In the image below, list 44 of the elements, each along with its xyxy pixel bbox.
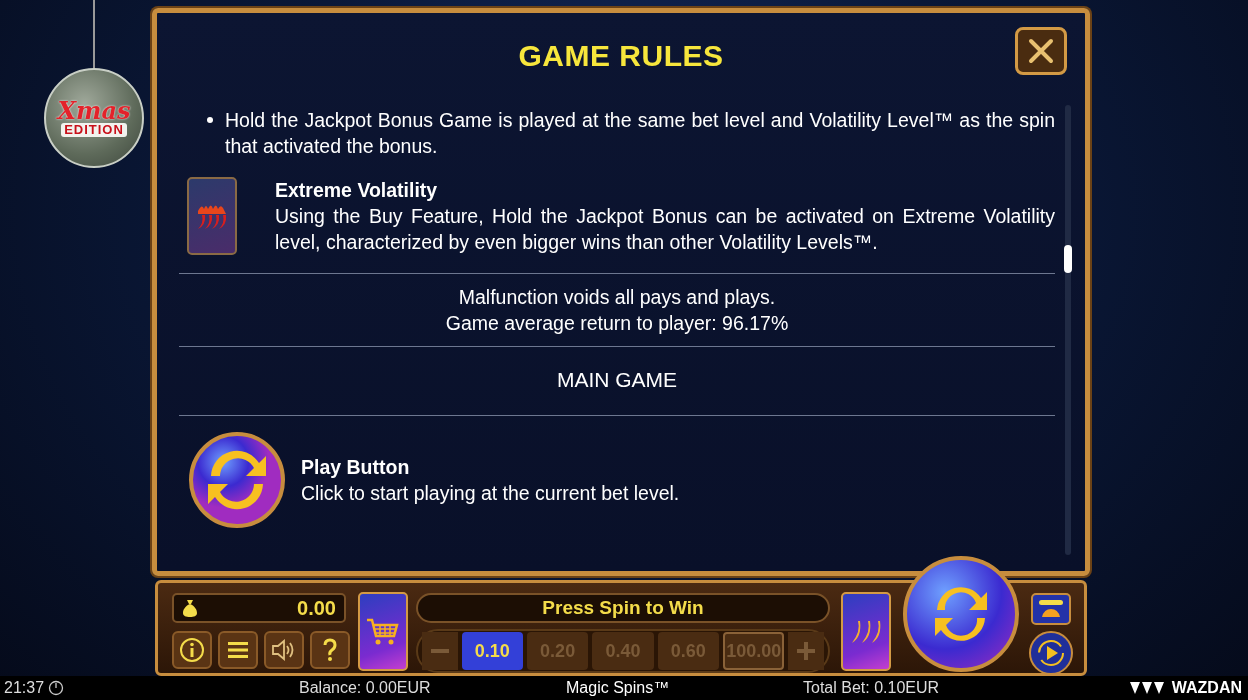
turbo-button[interactable] bbox=[1031, 593, 1071, 625]
feature-text: Using the Buy Feature, Hold the Jackpot Bonus can be activated on Extreme Volatility level, characterized by even bigger wins than other Volatility Levels™. bbox=[275, 204, 1055, 255]
section-heading: MAIN GAME bbox=[556, 368, 678, 391]
notice-text: Malfunction voids all pays and plays. bbox=[457, 285, 777, 310]
feature-title: Extreme Volatility bbox=[275, 178, 439, 203]
help-button[interactable] bbox=[310, 631, 350, 669]
money-bag-icon bbox=[182, 598, 198, 618]
bet-option[interactable]: 0.10 bbox=[461, 632, 523, 670]
balance-value: 0.00 bbox=[297, 596, 336, 621]
panel-title: GAME RULES bbox=[518, 39, 724, 72]
bullet-dot bbox=[207, 117, 213, 123]
ornament-logo: Xmas EDITION bbox=[44, 68, 144, 168]
plus-icon bbox=[797, 642, 816, 660]
feature-text: Click to start playing at the current bet level. bbox=[301, 481, 681, 506]
stopwatch-icon bbox=[48, 680, 65, 696]
sound-button[interactable] bbox=[264, 631, 304, 669]
info-icon bbox=[179, 637, 205, 663]
scrollbar[interactable] bbox=[1065, 105, 1071, 555]
chili-card-icon bbox=[187, 177, 237, 255]
minus-icon bbox=[430, 649, 449, 653]
info-button[interactable] bbox=[172, 631, 212, 669]
feature-title: Play Button bbox=[301, 455, 411, 480]
close-button[interactable] bbox=[1015, 27, 1067, 75]
close-icon bbox=[1028, 38, 1054, 64]
rule-text: Hold the Jackpot Bonus Game is played at the same bet level and Volatility Level™ as the spin that activated the bonus. bbox=[225, 108, 1055, 159]
chili-peppers-icon bbox=[850, 618, 882, 645]
autoplay-button[interactable] bbox=[1029, 631, 1073, 675]
volatility-button[interactable] bbox=[841, 592, 891, 671]
total-bet-label: Total Bet: 0.10EUR bbox=[803, 678, 940, 698]
question-mark-icon bbox=[322, 638, 338, 662]
menu-button[interactable] bbox=[218, 631, 258, 669]
autoplay-icon bbox=[1036, 638, 1066, 668]
balance-label: Balance: 0.00EUR bbox=[299, 678, 431, 698]
shopping-cart-icon bbox=[366, 616, 400, 647]
buy-feature-button[interactable] bbox=[358, 592, 408, 671]
clock-time: 21:37 bbox=[4, 678, 45, 698]
menu-icon bbox=[228, 641, 248, 659]
brand-logo-icon bbox=[1129, 681, 1166, 695]
spin-button-icon bbox=[187, 430, 287, 530]
brand-name: WAZDAN bbox=[1171, 678, 1242, 698]
game-name: Magic Spins™ bbox=[566, 678, 670, 698]
message-display: Press Spin to Win bbox=[416, 593, 830, 623]
scroll-thumb[interactable] bbox=[1064, 245, 1072, 273]
notice-text: Game average return to player: 96.17% bbox=[444, 311, 790, 336]
